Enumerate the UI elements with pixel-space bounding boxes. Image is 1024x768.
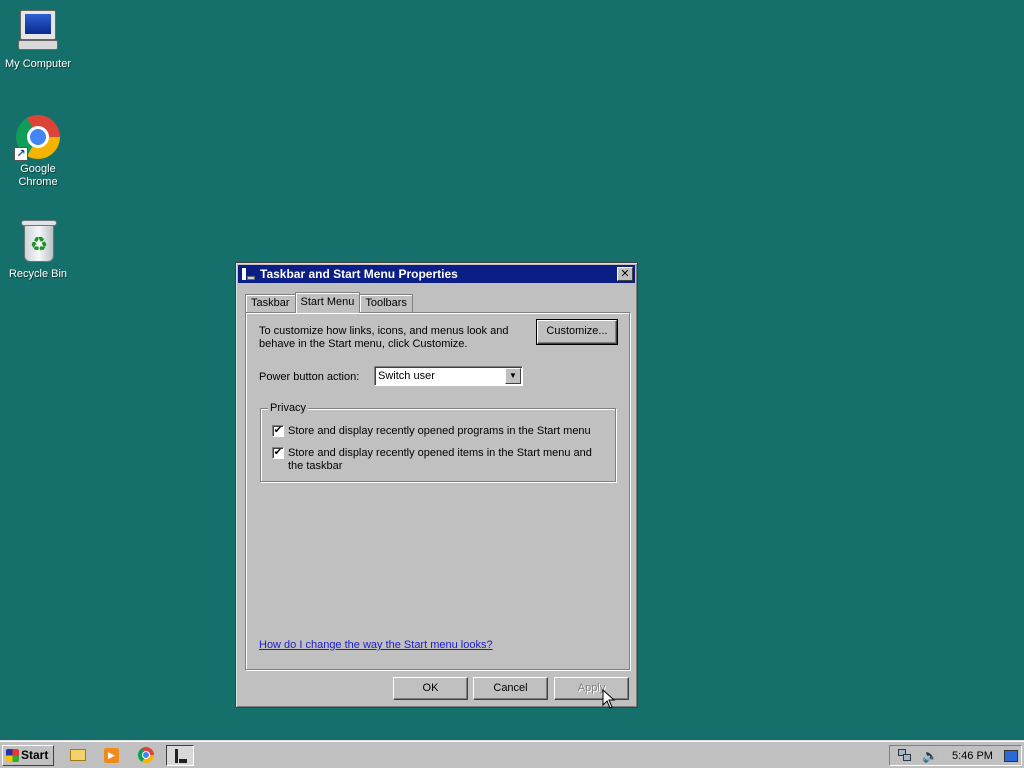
title-bar[interactable]: Taskbar and Start Menu Properties ✕ xyxy=(238,265,635,283)
taskbar-properties-icon xyxy=(175,749,187,763)
start-label: Start xyxy=(21,748,49,762)
tab-start-menu[interactable]: Start Menu xyxy=(294,292,361,313)
desktop-icon-label: My Computer xyxy=(4,58,72,70)
quick-launch-media-player[interactable]: ▶ xyxy=(98,745,126,766)
cancel-button[interactable]: Cancel xyxy=(473,677,548,700)
tab-taskbar[interactable]: Taskbar xyxy=(245,294,296,312)
power-button-action-label: Power button action: xyxy=(259,371,360,383)
windows-logo-icon xyxy=(6,749,19,762)
start-menu-tab-panel: To customize how links, icons, and menus… xyxy=(245,312,630,670)
shortcut-arrow-icon: ↗ xyxy=(14,147,28,161)
tab-toolbars[interactable]: Toolbars xyxy=(359,294,413,312)
volume-icon[interactable]: 🔊 xyxy=(922,748,938,763)
chevron-down-icon[interactable]: ▼ xyxy=(505,368,521,384)
apply-button[interactable]: Apply xyxy=(554,677,629,700)
recent-items-label[interactable]: Store and display recently opened items … xyxy=(288,447,608,473)
help-link[interactable]: How do I change the way the Start menu l… xyxy=(259,639,493,651)
recycle-bin-icon: ♻ xyxy=(14,218,62,266)
taskbar-start-menu-properties-dialog: Taskbar and Start Menu Properties ✕ Task… xyxy=(235,262,638,708)
clock[interactable]: 5:46 PM xyxy=(952,750,993,762)
power-button-action-select[interactable]: Switch user ▼ xyxy=(374,366,523,386)
chrome-icon: ↗ xyxy=(14,113,62,161)
tab-strip: Taskbar Start Menu Toolbars xyxy=(245,292,413,313)
mouse-cursor-icon xyxy=(602,689,616,709)
quick-launch-chrome[interactable] xyxy=(132,745,160,766)
desktop-icon-recycle-bin[interactable]: ♻ Recycle Bin xyxy=(0,218,76,281)
privacy-group-title: Privacy xyxy=(268,402,309,414)
taskbar: Start ▶ 🔊 5:46 PM xyxy=(0,740,1024,768)
system-tray: 🔊 5:46 PM xyxy=(889,745,1022,766)
desktop-icon-label: Recycle Bin xyxy=(8,268,68,280)
desktop-icon-label: Google Chrome xyxy=(18,163,58,188)
recent-programs-label[interactable]: Store and display recently opened progra… xyxy=(288,425,608,438)
close-button[interactable]: ✕ xyxy=(617,267,633,281)
folder-icon xyxy=(70,749,86,761)
media-player-icon: ▶ xyxy=(104,748,119,763)
privacy-group: Privacy ✔ Store and display recently ope… xyxy=(260,402,616,482)
desktop-icon-google-chrome[interactable]: ↗ Google Chrome xyxy=(0,113,76,189)
quick-launch-explorer[interactable] xyxy=(64,745,92,766)
dialog-title: Taskbar and Start Menu Properties xyxy=(260,267,458,281)
show-desktop-icon[interactable] xyxy=(1004,750,1018,762)
desktop-icon-my-computer[interactable]: My Computer xyxy=(0,8,76,71)
taskbar-properties-icon xyxy=(241,267,255,281)
start-button[interactable]: Start xyxy=(2,745,54,766)
customize-button[interactable]: Customize... xyxy=(536,319,618,345)
network-icon[interactable] xyxy=(898,749,912,762)
taskbar-button-properties[interactable] xyxy=(166,745,194,766)
chrome-icon xyxy=(138,747,154,763)
computer-icon xyxy=(14,8,62,56)
recent-items-checkbox[interactable]: ✔ xyxy=(272,447,284,459)
power-button-action-value: Switch user xyxy=(378,370,435,382)
customize-description: To customize how links, icons, and menus… xyxy=(259,325,509,350)
ok-button[interactable]: OK xyxy=(393,677,468,700)
recent-programs-checkbox[interactable]: ✔ xyxy=(272,425,284,437)
